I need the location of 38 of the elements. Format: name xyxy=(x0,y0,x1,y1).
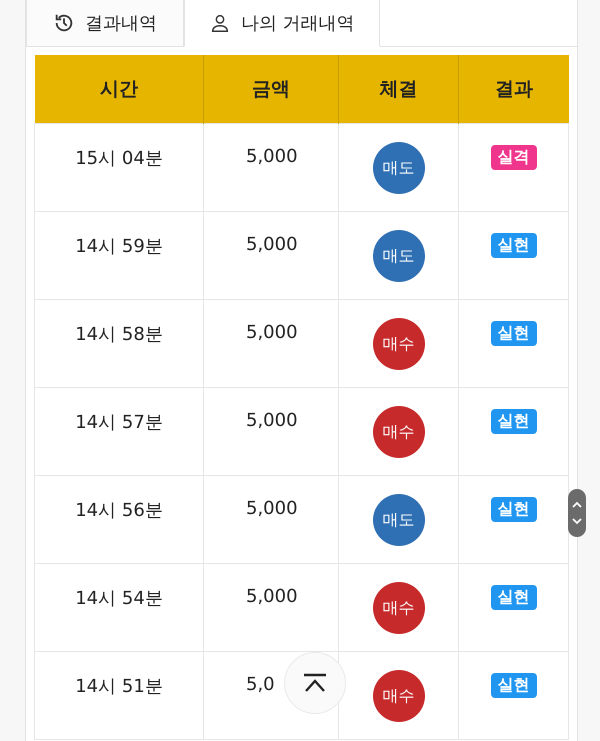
time-text: 15시 04분 xyxy=(75,147,163,170)
amount-text: 5,000 xyxy=(246,498,298,519)
result-tag: 실현 xyxy=(490,585,536,610)
trade-badge: 매도 xyxy=(372,494,424,546)
caret-up-icon xyxy=(302,673,328,693)
amount-text: 5,000 xyxy=(246,234,298,255)
time-text: 14시 54분 xyxy=(75,587,163,610)
result-tag: 실현 xyxy=(490,497,536,522)
time-text: 14시 57분 xyxy=(75,411,163,434)
amount-text: 5,000 xyxy=(246,586,298,607)
amount-text: 5,000 xyxy=(246,322,298,343)
column-header: 체결 xyxy=(338,55,458,124)
amount-text: 5,000 xyxy=(246,410,298,431)
result-tag: 실격 xyxy=(490,145,536,170)
trade-badge: 매수 xyxy=(372,406,424,458)
tab[interactable]: 결과내역 xyxy=(26,0,184,47)
trade-badge: 매도 xyxy=(372,142,424,194)
time-text: 14시 59분 xyxy=(75,235,163,258)
amount-text: 5,000 xyxy=(246,146,298,167)
person-icon xyxy=(209,12,231,34)
trade-badge: 매도 xyxy=(372,230,424,282)
scroll-handle-icon[interactable] xyxy=(568,489,586,537)
result-tag: 실현 xyxy=(490,321,536,346)
column-header: 금액 xyxy=(204,55,338,124)
result-tag: 실현 xyxy=(490,673,536,698)
time-text: 14시 51분 xyxy=(75,675,163,698)
result-tag: 실현 xyxy=(490,409,536,434)
column-header: 결과 xyxy=(458,55,568,124)
trade-badge: 매수 xyxy=(372,670,424,722)
amount-text: 5,0 xyxy=(246,674,275,695)
result-tag: 실현 xyxy=(490,233,536,258)
time-text: 14시 58분 xyxy=(75,323,163,346)
trade-badge: 매수 xyxy=(372,318,424,370)
time-text: 14시 56분 xyxy=(75,499,163,522)
history-icon xyxy=(53,12,75,34)
tab[interactable]: 나의 거래내역 xyxy=(184,0,380,47)
column-header: 시간 xyxy=(34,55,204,124)
trade-badge: 매수 xyxy=(372,582,424,634)
